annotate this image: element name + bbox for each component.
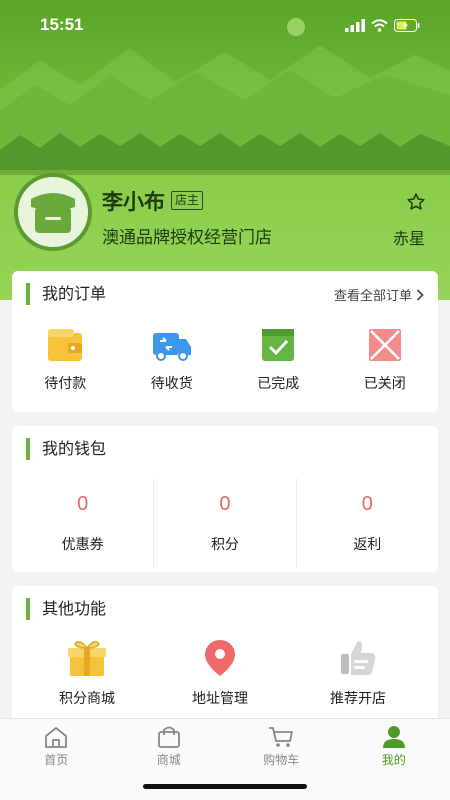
person-icon bbox=[382, 726, 405, 748]
home-indicator[interactable] bbox=[143, 784, 307, 789]
check-box-icon bbox=[262, 329, 295, 361]
avatar[interactable] bbox=[14, 173, 92, 251]
wallet-rebates-value: 0 bbox=[361, 492, 373, 515]
tab-mall-label: 商城 bbox=[156, 753, 181, 767]
orders-card: 我的订单 查看全部订单 待付款 待收货 已完成 已关闭 bbox=[12, 271, 438, 412]
tab-cart-label: 购物车 bbox=[263, 753, 300, 767]
shopping-bag-icon bbox=[157, 726, 180, 748]
view-all-orders-link[interactable]: 查看全部订单 bbox=[334, 285, 424, 304]
wallet-icon bbox=[48, 329, 83, 361]
tab-home-label: 首页 bbox=[44, 753, 69, 767]
tier-label: 赤星 bbox=[393, 229, 426, 248]
points-mall-label: 积分商城 bbox=[59, 691, 115, 707]
recommend-store-item[interactable]: 推荐开店 bbox=[278, 638, 438, 708]
orders-title: 我的订单 bbox=[26, 283, 106, 305]
thumbs-up-icon bbox=[341, 641, 376, 675]
points-mall-item[interactable]: 积分商城 bbox=[12, 638, 162, 708]
cart-icon bbox=[269, 727, 294, 747]
home-icon bbox=[45, 727, 68, 748]
order-completed[interactable]: 已完成 bbox=[225, 327, 332, 393]
role-badge: 店主 bbox=[171, 191, 204, 210]
tab-mine-label: 我的 bbox=[381, 753, 406, 767]
address-management-label: 地址管理 bbox=[192, 691, 248, 707]
location-pin-icon bbox=[205, 640, 235, 676]
shop-name: 澳通品牌授权经营门店 bbox=[102, 228, 272, 248]
tab-mine[interactable]: 我的 bbox=[338, 719, 450, 800]
wallet-rebates[interactable]: 0 返利 bbox=[297, 478, 438, 568]
view-all-orders-label: 查看全部订单 bbox=[333, 289, 412, 304]
profile-section: 李小布 店主 澳通品牌授权经营门店 赤星 bbox=[0, 170, 450, 260]
wallet-points-label: 积分 bbox=[210, 536, 239, 553]
wallet-rebates-label: 返利 bbox=[353, 536, 382, 553]
order-completed-label: 已完成 bbox=[257, 376, 300, 392]
wallet-points[interactable]: 0 积分 bbox=[154, 478, 297, 568]
gift-icon bbox=[68, 641, 106, 676]
signal-icon bbox=[345, 18, 365, 32]
status-time: 15:51 bbox=[40, 15, 84, 34]
functions-title: 其他功能 bbox=[26, 598, 106, 620]
wallet-coupons-value: 0 bbox=[77, 492, 89, 515]
functions-card: 其他功能 积分商城 地址管理 推荐开店 bbox=[12, 586, 438, 726]
order-pending-receipt[interactable]: 待收货 bbox=[119, 327, 226, 393]
recommend-store-label: 推荐开店 bbox=[330, 691, 386, 707]
order-pending-payment[interactable]: 待付款 bbox=[12, 327, 119, 393]
wallet-coupons-label: 优惠券 bbox=[61, 536, 104, 553]
status-icons bbox=[345, 18, 420, 32]
wallet-title: 我的钱包 bbox=[26, 438, 106, 460]
wallet-points-value: 0 bbox=[219, 492, 231, 515]
order-closed-label: 已关闭 bbox=[363, 376, 406, 392]
address-management-item[interactable]: 地址管理 bbox=[162, 638, 278, 708]
battery-charging-icon bbox=[394, 18, 420, 32]
truck-icon bbox=[152, 333, 191, 361]
user-name: 李小布 bbox=[102, 190, 165, 214]
order-pending-payment-label: 待付款 bbox=[44, 376, 87, 392]
store-icon bbox=[31, 193, 75, 233]
star-icon[interactable] bbox=[406, 192, 426, 212]
order-closed[interactable]: 已关闭 bbox=[332, 327, 439, 393]
wifi-icon bbox=[371, 18, 388, 32]
closed-box-icon bbox=[368, 329, 401, 361]
wallet-coupons[interactable]: 0 优惠券 bbox=[12, 478, 155, 568]
tab-home[interactable]: 首页 bbox=[0, 719, 113, 800]
status-bar: 15:51 bbox=[0, 0, 450, 50]
chevron-right-icon bbox=[416, 288, 424, 301]
order-pending-receipt-label: 待收货 bbox=[150, 376, 193, 392]
wallet-card: 我的钱包 0 优惠券 0 积分 0 返利 bbox=[12, 426, 438, 572]
